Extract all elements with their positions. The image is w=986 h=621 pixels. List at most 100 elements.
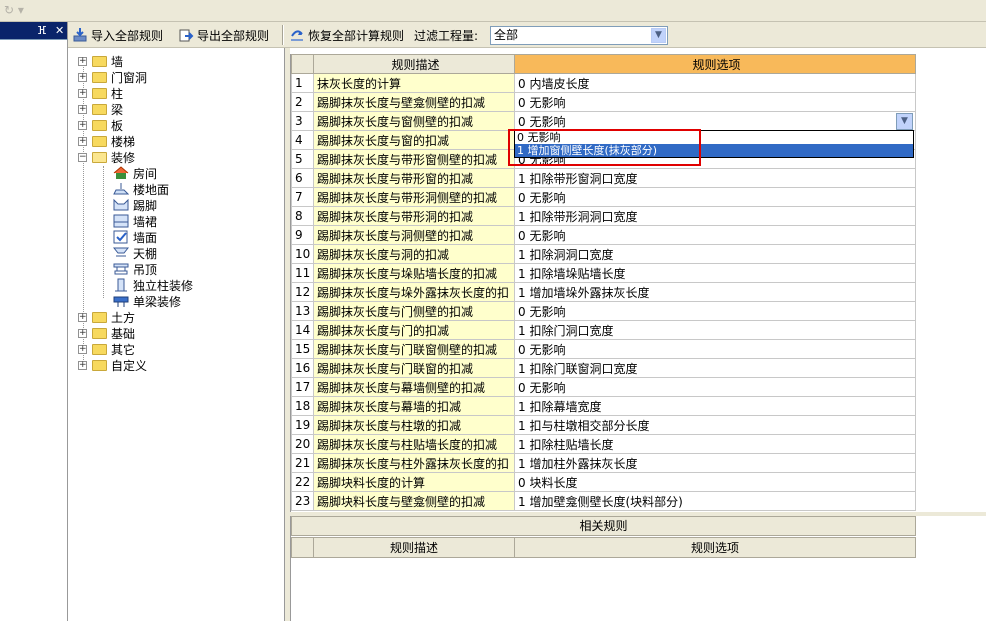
rule-option-cell[interactable]: 1 增加柱外露抹灰长度 [514, 453, 916, 473]
rule-option-cell[interactable]: 1 增加墙垛外露抹灰长度 [514, 282, 916, 302]
table-row[interactable]: 21 踢脚抹灰长度与柱外露抹灰长度的扣 1 增加柱外露抹灰长度 [291, 453, 916, 473]
import-all-rules-button[interactable]: 导入全部规则 [72, 25, 163, 45]
restore-all-rules-button[interactable]: 恢复全部计算规则 [289, 25, 404, 45]
tree-node-dado[interactable]: 墙裙 [113, 213, 157, 229]
rule-option-cell[interactable]: 1 扣除墙垛贴墙长度 [514, 263, 916, 283]
tree-node-stairs[interactable]: + 楼梯 [78, 133, 135, 149]
tree-node-room[interactable]: 房间 [113, 165, 157, 181]
table-row[interactable]: 22 踢脚块料长度的计算 0 块料长度 [291, 472, 916, 492]
rule-option-cell[interactable]: 0 内墙皮长度 [514, 73, 916, 93]
rule-option-cell[interactable]: 1 扣除门洞口宽度 [514, 320, 916, 340]
row-number: 4 [291, 130, 314, 150]
tree-node-decoration[interactable]: − 装修 [78, 149, 135, 165]
rule-description-cell: 抹灰长度的计算 [313, 73, 515, 93]
rule-description-header: 规则描述 [313, 54, 515, 74]
tree-node-other[interactable]: + 其它 [78, 341, 135, 357]
tree-node-suspended-ceiling[interactable]: 吊顶 [113, 261, 157, 277]
table-row[interactable]: 9 踢脚抹灰长度与洞侧壁的扣减 0 无影响 [291, 225, 916, 245]
table-row[interactable]: 20 踢脚抹灰长度与柱贴墙长度的扣减 1 扣除柱贴墙长度 [291, 434, 916, 454]
rule-option-cell[interactable]: 1 扣除幕墙宽度 [514, 396, 916, 416]
highlight-box [508, 129, 701, 166]
dock-panel-titlebar: ⴼ ✕ [0, 22, 67, 39]
rules-grid: 规则描述 规则选项 1 抹灰长度的计算 0 内墙皮长度 2 踢脚抹灰长度与壁龛侧壁的扣减… [290, 54, 986, 512]
rule-option-cell[interactable]: 1 扣除带形窗洞口宽度 [514, 168, 916, 188]
expand-icon[interactable]: + [78, 120, 87, 130]
rule-option-cell[interactable]: 1 扣与柱墩相交部分长度 [514, 415, 916, 435]
table-row[interactable]: 1 抹灰长度的计算 0 内墙皮长度 [291, 73, 916, 93]
collapse-icon[interactable]: − [78, 152, 87, 162]
tree-node-floor[interactable]: 楼地面 [113, 181, 169, 197]
filter-quantity-select[interactable]: 全部 ▼ [490, 26, 668, 45]
table-row[interactable]: 17 踢脚抹灰长度与幕墙侧壁的扣减 0 无影响 [291, 377, 916, 397]
rule-option-cell[interactable]: 0 块料长度 [514, 472, 916, 492]
export-all-rules-button[interactable]: 导出全部规则 [178, 25, 269, 45]
expand-icon[interactable]: + [78, 360, 87, 370]
rule-description-cell: 踢脚块料长度的计算 [313, 472, 515, 492]
rule-option-cell[interactable]: 0 无影响 [514, 377, 916, 397]
pin-icon[interactable]: ⴼ [37, 24, 47, 37]
expand-icon[interactable]: + [78, 328, 87, 338]
rule-description-cell: 踢脚抹灰长度与门联窗侧壁的扣减 [313, 339, 515, 359]
wall-surface-icon [113, 230, 128, 244]
chevron-down-icon[interactable]: ▼ [896, 113, 913, 130]
expand-icon[interactable]: + [78, 312, 87, 322]
table-row[interactable]: 16 踢脚抹灰长度与门联窗的扣减 1 扣除门联窗洞口宽度 [291, 358, 916, 378]
table-row[interactable]: 15 踢脚抹灰长度与门联窗侧壁的扣减 0 无影响 [291, 339, 916, 359]
expand-icon[interactable]: + [78, 104, 87, 114]
rule-option-cell[interactable]: 1 增加壁龛侧壁长度(块料部分) [514, 491, 916, 511]
baseboard-icon [113, 198, 129, 211]
table-row[interactable]: 6 踢脚抹灰长度与带形窗的扣减 1 扣除带形窗洞口宽度 [291, 168, 916, 188]
row-number: 10 [291, 244, 314, 264]
rule-option-cell[interactable]: 0 无影响 [514, 225, 916, 245]
table-row[interactable]: 7 踢脚抹灰长度与带形洞侧壁的扣减 0 无影响 [291, 187, 916, 207]
expand-icon[interactable]: + [78, 88, 87, 98]
table-row[interactable]: 18 踢脚抹灰长度与幕墙的扣减 1 扣除幕墙宽度 [291, 396, 916, 416]
table-row[interactable]: 2 踢脚抹灰长度与壁龛侧壁的扣减 0 无影响 [291, 92, 916, 112]
tree-node-baseboard[interactable]: 踢脚 [113, 197, 157, 213]
tree-node-ceiling[interactable]: 天棚 [113, 245, 157, 261]
rule-description-cell: 踢脚抹灰长度与门联窗的扣减 [313, 358, 515, 378]
rule-option-cell[interactable]: 0 无影响 [514, 301, 916, 321]
expand-icon[interactable]: + [78, 72, 87, 82]
tree-node-beam[interactable]: + 梁 [78, 101, 123, 117]
tree-node-custom[interactable]: + 自定义 [78, 357, 147, 373]
rule-option-cell[interactable]: 1 扣除带形洞洞口宽度 [514, 206, 916, 226]
table-row[interactable]: 8 踢脚抹灰长度与带形洞的扣减 1 扣除带形洞洞口宽度 [291, 206, 916, 226]
table-row[interactable]: 10 踢脚抹灰长度与洞的扣减 1 扣除洞洞口宽度 [291, 244, 916, 264]
tree-node-column[interactable]: + 柱 [78, 85, 123, 101]
rule-option-cell[interactable]: 0 无影响 [514, 339, 916, 359]
rule-option-cell[interactable]: 1 扣除洞洞口宽度 [514, 244, 916, 264]
expand-icon[interactable]: + [78, 344, 87, 354]
related-rule-option-header: 规则选项 [514, 537, 916, 558]
tree-node-earthwork[interactable]: + 土方 [78, 309, 135, 325]
folder-icon [92, 119, 107, 131]
chevron-down-icon[interactable]: ▼ [651, 28, 666, 43]
tree-node-slab[interactable]: + 板 [78, 117, 123, 133]
table-row[interactable]: 23 踢脚块料长度与壁龛侧壁的扣减 1 增加壁龛侧壁长度(块料部分) [291, 491, 916, 511]
rule-description-cell: 踢脚抹灰长度与壁龛侧壁的扣减 [313, 92, 515, 112]
tree-node-doors-windows[interactable]: + 门窗洞 [78, 69, 147, 85]
tree-node-foundation[interactable]: + 基础 [78, 325, 135, 341]
close-icon[interactable]: ✕ [55, 24, 64, 37]
table-row[interactable]: 3 踢脚抹灰长度与窗侧壁的扣减 0 无影响 [291, 111, 916, 131]
rule-option-cell[interactable]: 0 无影响 [514, 187, 916, 207]
row-number: 9 [291, 225, 314, 245]
rule-option-cell[interactable]: 0 无影响 [514, 111, 916, 131]
rule-option-cell[interactable]: 1 扣除门联窗洞口宽度 [514, 358, 916, 378]
table-row[interactable]: 14 踢脚抹灰长度与门的扣减 1 扣除门洞口宽度 [291, 320, 916, 340]
restore-icon [291, 30, 303, 41]
tree-node-beam-decoration[interactable]: 单梁装修 [113, 293, 181, 309]
rule-option-cell[interactable]: 0 无影响 [514, 92, 916, 112]
table-row[interactable]: 13 踢脚抹灰长度与门侧壁的扣减 0 无影响 [291, 301, 916, 321]
expand-icon[interactable]: + [78, 56, 87, 66]
tree-node-wall[interactable]: + 墙 [78, 53, 123, 69]
table-row[interactable]: 12 踢脚抹灰长度与垛外露抹灰长度的扣 1 增加墙垛外露抹灰长度 [291, 282, 916, 302]
table-row[interactable]: 19 踢脚抹灰长度与柱墩的扣减 1 扣与柱墩相交部分长度 [291, 415, 916, 435]
expand-icon[interactable]: + [78, 136, 87, 146]
house-icon [113, 166, 129, 179]
tree-node-wall-surface[interactable]: 墙面 [113, 229, 157, 245]
tree-node-column-decoration[interactable]: 独立柱装修 [113, 277, 193, 293]
table-row[interactable]: 11 踢脚抹灰长度与垛贴墙长度的扣减 1 扣除墙垛贴墙长度 [291, 263, 916, 283]
rule-option-cell[interactable]: 1 扣除柱贴墙长度 [514, 434, 916, 454]
row-number: 11 [291, 263, 314, 283]
